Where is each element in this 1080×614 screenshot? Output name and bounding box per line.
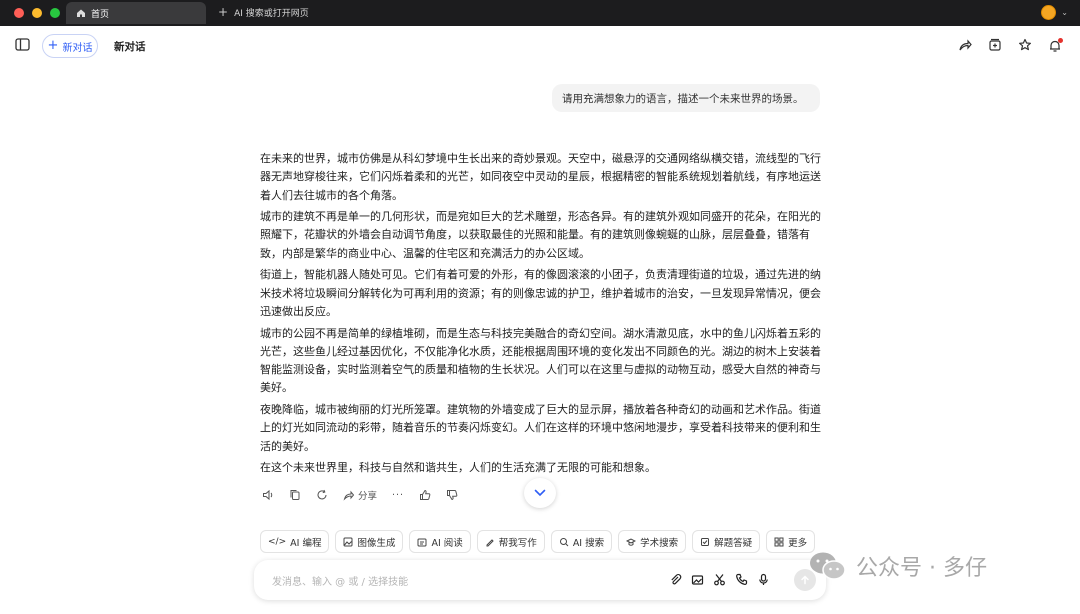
- chip-label: 帮我写作: [498, 537, 537, 549]
- pen-icon: [486, 538, 494, 546]
- chip-label: AI 阅读: [431, 537, 463, 549]
- answer-paragraph: 在未来的世界，城市仿佛是从科幻梦境中生长出来的奇妙景观。天空中，磁悬浮的交通网络…: [260, 152, 821, 202]
- scroll-to-bottom-button[interactable]: [524, 478, 556, 508]
- microphone-icon[interactable]: [757, 573, 770, 586]
- chip-label: 更多: [788, 537, 808, 549]
- assistant-answer: 在未来的世界，城市仿佛是从科幻梦境中生长出来的奇妙景观。天空中，磁悬浮的交通网络…: [260, 150, 824, 481]
- attachment-icon[interactable]: [669, 573, 682, 586]
- chip-ai-search[interactable]: AI 搜索: [550, 530, 613, 553]
- share-icon: [343, 490, 355, 501]
- image-upload-icon[interactable]: [691, 573, 704, 586]
- sidebar-toggle-icon[interactable]: [15, 38, 30, 51]
- phone-icon[interactable]: [735, 573, 748, 586]
- chip-ai-reading[interactable]: AI 阅读: [409, 530, 471, 553]
- regenerate-icon[interactable]: [316, 489, 328, 501]
- avatar[interactable]: [1041, 5, 1056, 20]
- share-label: 分享: [358, 491, 378, 502]
- academic-icon: [626, 537, 637, 546]
- notification-badge: [1058, 38, 1063, 43]
- tab-home[interactable]: 首页: [66, 2, 206, 24]
- chip-label: 解题答疑: [714, 537, 753, 549]
- answer-paragraph: 城市的建筑不再是单一的几何形状，而是宛如巨大的艺术雕塑，形态各异。有的建筑外观如…: [260, 210, 821, 260]
- share-icon[interactable]: [958, 38, 972, 52]
- chip-label: AI 搜索: [572, 537, 605, 549]
- browser-titlebar: 首页 + AI 搜索或打开网页 ⌄: [0, 0, 1080, 26]
- new-chat-button[interactable]: + 新对话: [42, 34, 98, 58]
- copy-icon[interactable]: [289, 489, 301, 501]
- plus-icon: +: [218, 5, 229, 19]
- wechat-icon: [810, 552, 846, 580]
- answer-paragraph: 街道上，智能机器人随处可见。它们有着可爱的外形，有的像圆滚滚的小团子，负责清理街…: [260, 268, 821, 318]
- solve-icon: [701, 537, 710, 546]
- chevron-down-icon[interactable]: ⌄: [1061, 8, 1068, 17]
- more-icon[interactable]: ···: [392, 490, 404, 501]
- maximize-window-button[interactable]: [50, 8, 60, 18]
- read-icon: [417, 538, 427, 546]
- chip-academic-search[interactable]: 学术搜索: [618, 530, 687, 553]
- chip-writing[interactable]: 帮我写作: [476, 530, 545, 553]
- tab-home-label: 首页: [91, 9, 110, 20]
- chip-label: 学术搜索: [640, 537, 679, 549]
- skill-chips: </> AI 编程 图像生成 AI 阅读 帮我写作 AI 搜索 学术搜索 解题答…: [260, 530, 816, 553]
- user-message: 请用充满想象力的语言，描述一个未来世界的场景。: [552, 84, 820, 112]
- message-composer: 发消息、输入 @ 或 / 选择技能: [254, 560, 826, 600]
- chip-label: AI 编程: [290, 537, 322, 549]
- speaker-icon[interactable]: [262, 489, 274, 501]
- star-icon[interactable]: [1018, 38, 1032, 52]
- chevron-down-icon: [534, 489, 546, 497]
- window-controls: [14, 8, 60, 18]
- chip-image-generation[interactable]: 图像生成: [335, 530, 404, 553]
- chip-ai-coding[interactable]: </> AI 编程: [260, 530, 330, 553]
- message-input[interactable]: 发消息、输入 @ 或 / 选择技能: [272, 573, 408, 588]
- answer-paragraph: 城市的公园不再是简单的绿植堆砌，而是生态与科技完美融合的奇幻空间。湖水清澈见底，…: [260, 326, 821, 395]
- message-actions: 分享 ···: [262, 488, 458, 502]
- chip-label: 图像生成: [357, 537, 396, 549]
- new-tab-label: AI 搜索或打开网页: [234, 8, 309, 19]
- add-to-collection-icon[interactable]: [988, 38, 1002, 52]
- minimize-window-button[interactable]: [32, 8, 42, 18]
- scissors-icon[interactable]: [713, 573, 726, 586]
- new-chat-label: 新对话: [62, 42, 93, 54]
- search-icon: [559, 537, 569, 546]
- code-icon: </>: [268, 536, 287, 547]
- new-tab-search[interactable]: + AI 搜索或打开网页: [218, 5, 309, 19]
- chip-problem-solving[interactable]: 解题答疑: [692, 530, 761, 553]
- chat-header: + 新对话 新对话: [0, 26, 1080, 66]
- plus-icon: +: [47, 38, 59, 53]
- thumbs-down-icon[interactable]: [446, 489, 458, 501]
- page-title: 新对话: [114, 41, 146, 53]
- close-window-button[interactable]: [14, 8, 24, 18]
- share-button[interactable]: 分享: [343, 488, 377, 502]
- answer-paragraph: 在这个未来世界里，科技与自然和谐共生，人们的生活充满了无限的可能和想象。: [260, 461, 656, 475]
- grid-icon: [774, 537, 784, 547]
- home-icon: [77, 9, 85, 17]
- answer-paragraph: 夜晚降临，城市被绚丽的灯光所笼罩。建筑物的外墙变成了巨大的显示屏，播放着各种奇幻…: [260, 403, 821, 453]
- thumbs-up-icon[interactable]: [419, 489, 431, 501]
- notification-button[interactable]: [1048, 38, 1063, 52]
- watermark-text: 公众号 · 多仔: [856, 556, 987, 581]
- watermark: 公众号 · 多仔: [808, 550, 987, 582]
- image-icon: [343, 537, 353, 546]
